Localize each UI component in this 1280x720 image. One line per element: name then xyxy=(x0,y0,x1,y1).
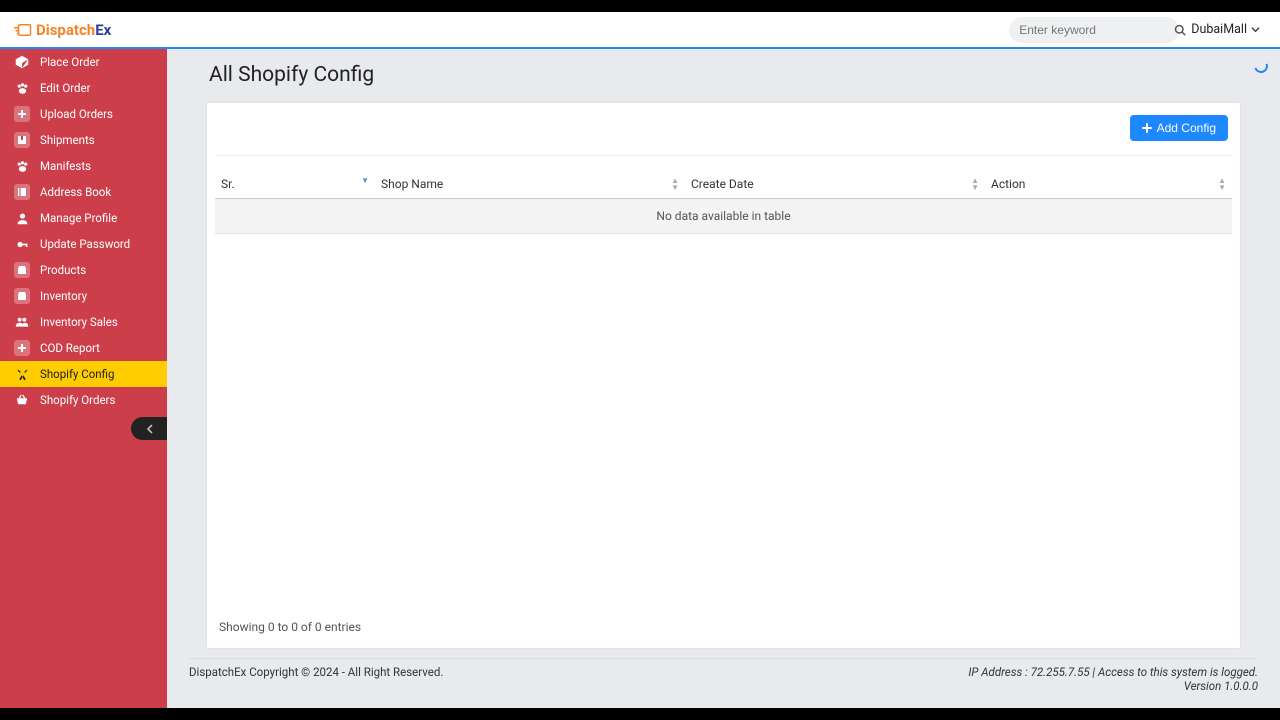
footer: DispatchEx Copyright © 2024 - All Right … xyxy=(189,658,1258,697)
table-info: Showing 0 to 0 of 0 entries xyxy=(215,616,1232,634)
table-header-row: Sr. ▼ Shop Name ▲▼ Create Date ▲▼ xyxy=(215,170,1232,199)
sidebar-collapse-button[interactable] xyxy=(131,417,168,440)
sidebar-item-label: Products xyxy=(40,263,86,277)
brand-logo[interactable]: DispatchEx xyxy=(14,21,111,39)
sort-desc-icon: ▼ xyxy=(361,177,369,184)
book-icon xyxy=(14,184,30,200)
user-name: DubaiMall xyxy=(1191,22,1247,37)
sidebar-item-products[interactable]: Products xyxy=(0,257,167,283)
card-toolbar: Add Config xyxy=(215,113,1232,156)
sidebar-item-label: Shopify Orders xyxy=(40,393,115,407)
brand-text-1: Dispatch xyxy=(36,21,95,39)
sidebar-item-shopify-orders[interactable]: Shopify Orders xyxy=(0,387,167,413)
topbar: DispatchEx DubaiMall xyxy=(0,12,1280,49)
paw-icon xyxy=(14,158,30,174)
store-icon xyxy=(14,288,30,304)
footer-right: IP Address : 72.255.7.55 | Access to thi… xyxy=(968,665,1258,693)
key-icon xyxy=(14,236,30,252)
package-icon xyxy=(14,132,30,148)
footer-ip-line: IP Address : 72.255.7.55 | Access to thi… xyxy=(968,665,1258,679)
basket-icon xyxy=(14,392,30,408)
sidebar-item-label: Inventory Sales xyxy=(40,315,118,329)
user-menu[interactable]: DubaiMall xyxy=(1191,22,1266,37)
footer-copyright: DispatchEx Copyright © 2024 - All Right … xyxy=(189,665,443,693)
sidebar-item-label: Manage Profile xyxy=(40,211,117,225)
cube-icon xyxy=(14,54,30,70)
body: Place Order Edit Order Upload Orders Shi… xyxy=(0,49,1280,708)
plus-icon xyxy=(1142,123,1152,133)
user-icon xyxy=(14,210,30,226)
sidebar-item-label: Address Book xyxy=(40,185,111,199)
sidebar-item-shopify-config[interactable]: Shopify Config xyxy=(0,361,167,387)
store-icon xyxy=(14,262,30,278)
sort-both-icon: ▲▼ xyxy=(671,177,679,191)
plus-icon xyxy=(14,340,30,356)
tools-icon xyxy=(14,366,30,382)
search-icon[interactable] xyxy=(1174,24,1186,36)
topbar-right: DubaiMall xyxy=(1009,17,1266,43)
brand-box-icon xyxy=(14,23,32,37)
add-config-label: Add Config xyxy=(1157,121,1216,135)
sidebar-item-manifests[interactable]: Manifests xyxy=(0,153,167,179)
search-input[interactable] xyxy=(1019,23,1174,37)
sort-both-icon: ▲▼ xyxy=(1218,177,1226,191)
sort-both-icon: ▲▼ xyxy=(971,177,979,191)
content-card: Add Config Sr. ▼ Shop Name ▲▼ xyxy=(207,103,1240,648)
sidebar-item-label: COD Report xyxy=(40,341,100,355)
sidebar-item-edit-order[interactable]: Edit Order xyxy=(0,75,167,101)
sidebar-item-label: Inventory xyxy=(40,289,87,303)
sidebar-item-label: Shopify Config xyxy=(40,367,115,381)
letterbox-top xyxy=(0,0,1280,12)
sidebar-item-label: Shipments xyxy=(40,133,95,147)
sidebar-item-label: Update Password xyxy=(40,237,130,251)
main: All Shopify Config Add Config xyxy=(167,49,1280,708)
add-config-button[interactable]: Add Config xyxy=(1130,115,1228,141)
page-title: All Shopify Config xyxy=(209,63,374,87)
paw-icon xyxy=(14,80,30,96)
search-box[interactable] xyxy=(1009,17,1179,43)
letterbox-bottom xyxy=(0,708,1280,720)
app-window: DispatchEx DubaiMall Place Order xyxy=(0,12,1280,708)
sidebar-item-inventory-sales[interactable]: Inventory Sales xyxy=(0,309,167,335)
col-action-label: Action xyxy=(991,177,1025,191)
col-shop-name[interactable]: Shop Name ▲▼ xyxy=(375,170,685,199)
sidebar-item-manage-profile[interactable]: Manage Profile xyxy=(0,205,167,231)
sidebar-item-update-password[interactable]: Update Password xyxy=(0,231,167,257)
table-empty-message: No data available in table xyxy=(215,199,1232,234)
sidebar-item-place-order[interactable]: Place Order xyxy=(0,49,167,75)
table-empty-row: No data available in table xyxy=(215,199,1232,234)
sidebar-item-label: Upload Orders xyxy=(40,107,113,121)
main-header: All Shopify Config xyxy=(167,49,1280,95)
sidebar-item-shipments[interactable]: Shipments xyxy=(0,127,167,153)
config-table: Sr. ▼ Shop Name ▲▼ Create Date ▲▼ xyxy=(215,170,1232,234)
chevron-left-icon xyxy=(146,424,154,434)
chevron-down-icon xyxy=(1251,25,1260,34)
col-sr[interactable]: Sr. ▼ xyxy=(215,170,375,199)
brand-text-2: Ex xyxy=(95,21,111,39)
footer-version: Version 1.0.0.0 xyxy=(968,679,1258,693)
col-action[interactable]: Action ▲▼ xyxy=(985,170,1232,199)
col-sr-label: Sr. xyxy=(221,177,235,191)
users-icon xyxy=(14,314,30,330)
sidebar: Place Order Edit Order Upload Orders Shi… xyxy=(0,49,167,708)
sidebar-item-label: Manifests xyxy=(40,159,91,173)
sidebar-item-inventory[interactable]: Inventory xyxy=(0,283,167,309)
sidebar-item-cod-report[interactable]: COD Report xyxy=(0,335,167,361)
col-create-date[interactable]: Create Date ▲▼ xyxy=(685,170,985,199)
sidebar-item-label: Edit Order xyxy=(40,81,91,95)
plus-icon xyxy=(14,106,30,122)
sidebar-item-upload-orders[interactable]: Upload Orders xyxy=(0,101,167,127)
sidebar-item-label: Place Order xyxy=(40,55,99,69)
sidebar-item-address-book[interactable]: Address Book xyxy=(0,179,167,205)
col-create-date-label: Create Date xyxy=(691,177,754,191)
col-shop-name-label: Shop Name xyxy=(381,177,443,191)
